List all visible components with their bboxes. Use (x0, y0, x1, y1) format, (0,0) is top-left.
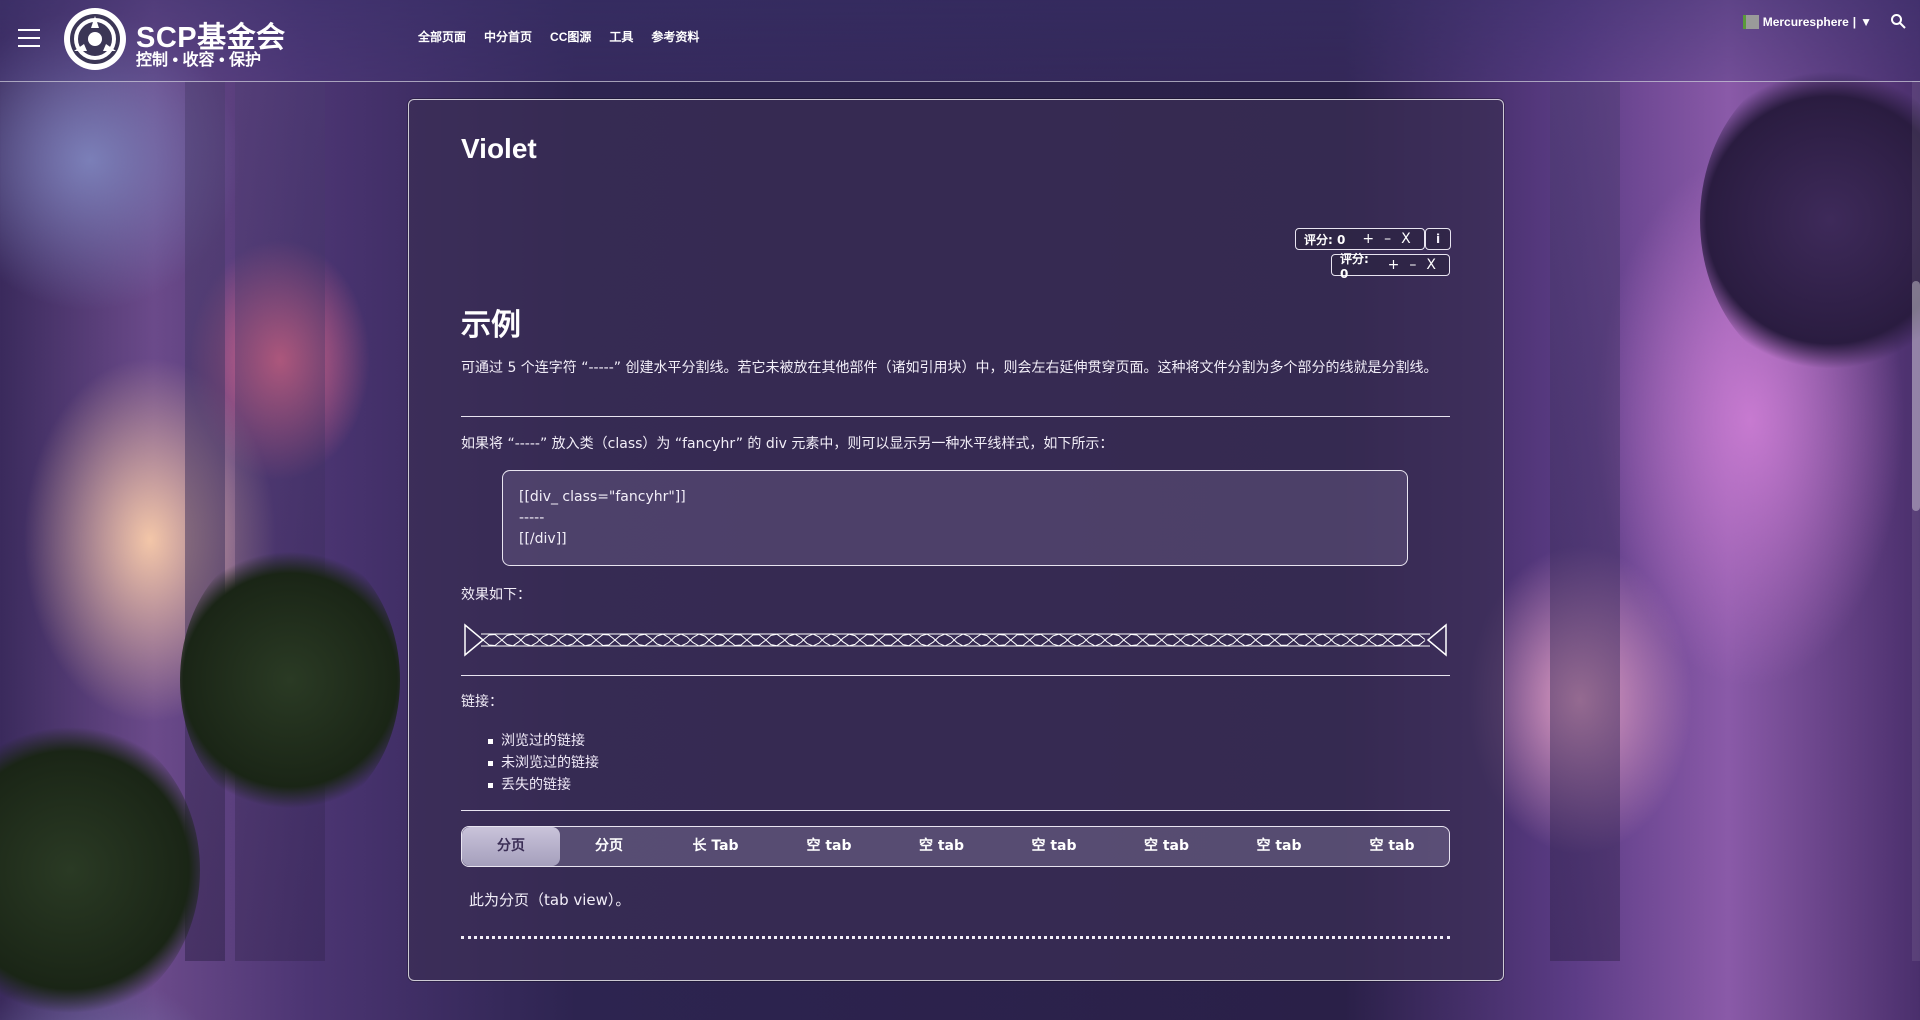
code-line: ----- (519, 510, 545, 526)
search-icon[interactable] (1890, 13, 1906, 29)
nav-cn-home[interactable]: 中分首页 (484, 28, 532, 45)
rating-label: 评分: 0 (1340, 251, 1369, 281)
user-separator: | (1852, 15, 1857, 29)
tab-item[interactable]: 分页 (560, 827, 658, 866)
rate-up-button[interactable]: + (1388, 257, 1400, 273)
horizontal-rule (461, 416, 1450, 417)
links-list: 浏览过的链接 未浏览过的链接 丢失的链接 (488, 730, 599, 796)
tab-item[interactable]: 空 tab (998, 827, 1110, 866)
nav-tools[interactable]: 工具 (609, 28, 633, 45)
link-visited[interactable]: 浏览过的链接 (488, 730, 599, 752)
tab-bar: 分页 分页 长 Tab 空 tab 空 tab 空 tab 空 tab 空 ta… (461, 826, 1450, 867)
background-tower (1550, 81, 1620, 961)
tab-item[interactable]: 空 tab (1223, 827, 1335, 866)
rate-up-button[interactable]: + (1362, 231, 1374, 247)
scrollbar-thumb[interactable] (1912, 281, 1920, 511)
horizontal-rule (461, 810, 1450, 811)
nav-references[interactable]: 参考资料 (651, 28, 699, 45)
effect-label: 效果如下： (461, 587, 531, 603)
rate-cancel-button[interactable]: X (1401, 231, 1411, 247)
background-tree (0, 720, 200, 1020)
user-avatar-icon (1742, 15, 1759, 29)
user-menu-dropdown[interactable]: ▼ (1860, 15, 1872, 29)
horizontal-rule (461, 675, 1450, 676)
background-tower (235, 81, 325, 961)
dotted-divider (461, 936, 1450, 939)
code-line: [[div_ class="fancyhr"]] (519, 489, 686, 505)
page-title: Violet (461, 133, 537, 164)
nav-all-pages[interactable]: 全部页面 (418, 28, 466, 45)
username[interactable]: Mercuresphere (1763, 15, 1849, 29)
scp-logo-icon (64, 8, 126, 70)
main-content-panel: Violet 评分: 0 + – X i 评分: 0 + – X 示例 可通过 … (408, 99, 1504, 981)
links-label: 链接： (461, 694, 503, 710)
site-tagline: 控制 • 收容 • 保护 (136, 52, 261, 69)
tab-item[interactable]: 空 tab (1335, 827, 1449, 866)
top-bar: SCP基金会 控制 • 收容 • 保护 全部页面 中分首页 CC图源 工具 参考… (0, 0, 1920, 82)
tab-item[interactable]: 空 tab (1110, 827, 1223, 866)
code-block: [[div_ class="fancyhr"]] ----- [[/div]] (502, 470, 1408, 566)
rating-widget: 评分: 0 + – X (1331, 252, 1450, 281)
section-heading: 示例 (461, 308, 521, 343)
link-missing[interactable]: 丢失的链接 (488, 774, 599, 796)
tab-item[interactable]: 长 Tab (658, 827, 773, 866)
rate-cancel-button[interactable]: X (1426, 257, 1436, 273)
rate-down-button[interactable]: – (1409, 257, 1416, 273)
user-account[interactable]: Mercuresphere | ▼ (1742, 15, 1872, 29)
background-tree (180, 540, 400, 820)
tab-item[interactable]: 空 tab (773, 827, 885, 866)
nav-cc-images[interactable]: CC图源 (550, 28, 591, 45)
background-tree (1700, 60, 1920, 380)
rate-down-button[interactable]: – (1384, 231, 1391, 247)
link-unvisited[interactable]: 未浏览过的链接 (488, 752, 599, 774)
tab-content: 此为分页（tab view）。 (469, 891, 631, 909)
paragraph-hr-intro: 可通过 5 个连字符 “-----” 创建水平分割线。若它未被放在其他部件（诸如… (461, 360, 1438, 376)
fancy-horizontal-rule (464, 623, 1447, 657)
top-nav: 全部页面 中分首页 CC图源 工具 参考资料 (418, 28, 699, 45)
paragraph-fancyhr-intro: 如果将 “-----” 放入类（class）为 “fancyhr” 的 div … (461, 436, 1114, 452)
rating-info-button[interactable]: i (1425, 228, 1451, 250)
page-scrollbar[interactable] (1912, 81, 1920, 961)
rating-label: 评分: 0 (1304, 232, 1346, 247)
tab-item[interactable]: 空 tab (885, 827, 998, 866)
rating-widget: 评分: 0 + – X (1295, 228, 1425, 250)
tab-item[interactable]: 分页 (462, 827, 560, 866)
code-line: [[/div]] (519, 531, 567, 547)
hamburger-menu-icon[interactable] (18, 29, 40, 47)
